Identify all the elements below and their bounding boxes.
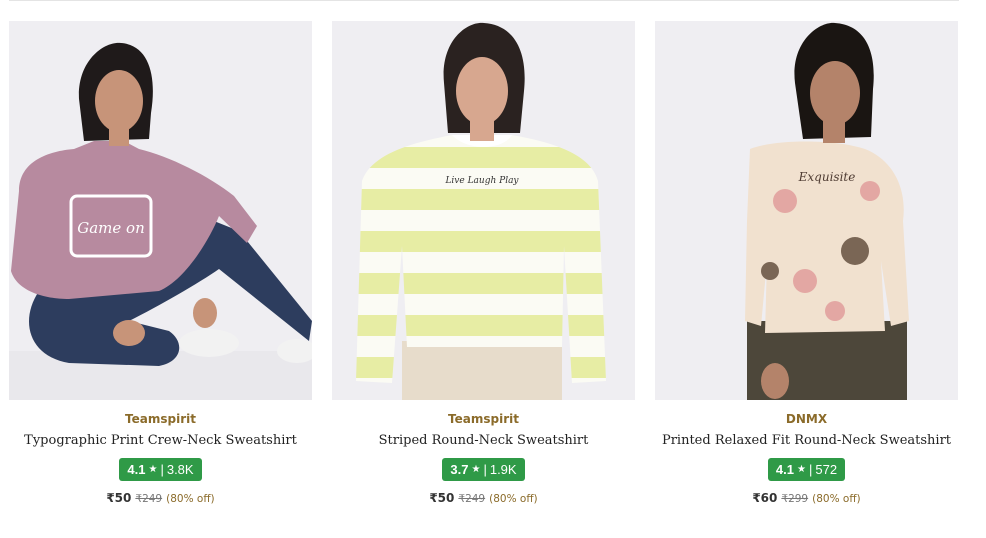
print-text: Exquisite	[798, 170, 856, 184]
product-image[interactable]: Live Laugh Play	[332, 21, 635, 400]
rating-badge[interactable]: 3.7 ★ | 1.9K	[442, 458, 525, 481]
product-image[interactable]: Game on	[9, 21, 312, 400]
model-photo: Exquisite	[655, 21, 958, 400]
price-row: ₹60 ₹299 (80% off)	[752, 491, 860, 505]
rating-score: 3.7	[450, 462, 469, 477]
product-title[interactable]: Striped Round-Neck Sweatshirt	[379, 433, 589, 449]
original-price: ₹249	[135, 493, 163, 505]
print-text: Live Laugh Play	[444, 176, 519, 186]
rating-separator: |	[808, 462, 813, 477]
product-card[interactable]: Live Laugh Play Teamspirit Striped Round…	[332, 21, 635, 505]
top-divider	[9, 0, 959, 1]
brand-name[interactable]: DNMX	[786, 412, 827, 426]
review-count: 572	[815, 462, 838, 477]
sale-price: ₹60	[752, 491, 778, 505]
discount-label: (80% off)	[166, 493, 215, 505]
rating-badge[interactable]: 4.1 ★ | 3.8K	[119, 458, 202, 481]
original-price: ₹249	[458, 493, 486, 505]
product-grid: Game on Teamspirit Typographic Print Cre…	[9, 21, 958, 505]
discount-label: (80% off)	[489, 493, 538, 505]
original-price: ₹299	[781, 493, 809, 505]
rating-badge[interactable]: 4.1 ★ | 572	[767, 458, 846, 481]
product-title[interactable]: Printed Relaxed Fit Round-Neck Sweatshir…	[662, 433, 951, 449]
rating-separator: |	[160, 462, 164, 477]
price-row: ₹50 ₹249 (80% off)	[106, 491, 214, 505]
star-icon: ★	[797, 464, 806, 475]
product-card[interactable]: Game on Teamspirit Typographic Print Cre…	[9, 21, 312, 505]
product-image[interactable]: Exquisite	[655, 21, 958, 400]
brand-name[interactable]: Teamspirit	[125, 412, 196, 426]
brand-name[interactable]: Teamspirit	[448, 412, 519, 426]
sale-price: ₹50	[429, 491, 455, 505]
review-count: 1.9K	[489, 462, 517, 477]
rating-separator: |	[483, 462, 487, 477]
print-text: Game on	[77, 219, 145, 237]
product-title[interactable]: Typographic Print Crew-Neck Sweatshirt	[24, 433, 297, 449]
rating-score: 4.1	[127, 462, 146, 477]
price-row: ₹50 ₹249 (80% off)	[429, 491, 537, 505]
model-photo: Game on	[9, 21, 312, 400]
sale-price: ₹50	[106, 491, 132, 505]
product-card[interactable]: Exquisite DNMX Printed Relaxed Fit Round…	[655, 21, 958, 505]
star-icon: ★	[148, 464, 158, 475]
rating-score: 4.1	[775, 462, 794, 477]
review-count: 3.8K	[166, 462, 194, 477]
star-icon: ★	[471, 464, 481, 475]
model-photo: Live Laugh Play	[332, 21, 635, 400]
discount-label: (80% off)	[812, 493, 861, 505]
